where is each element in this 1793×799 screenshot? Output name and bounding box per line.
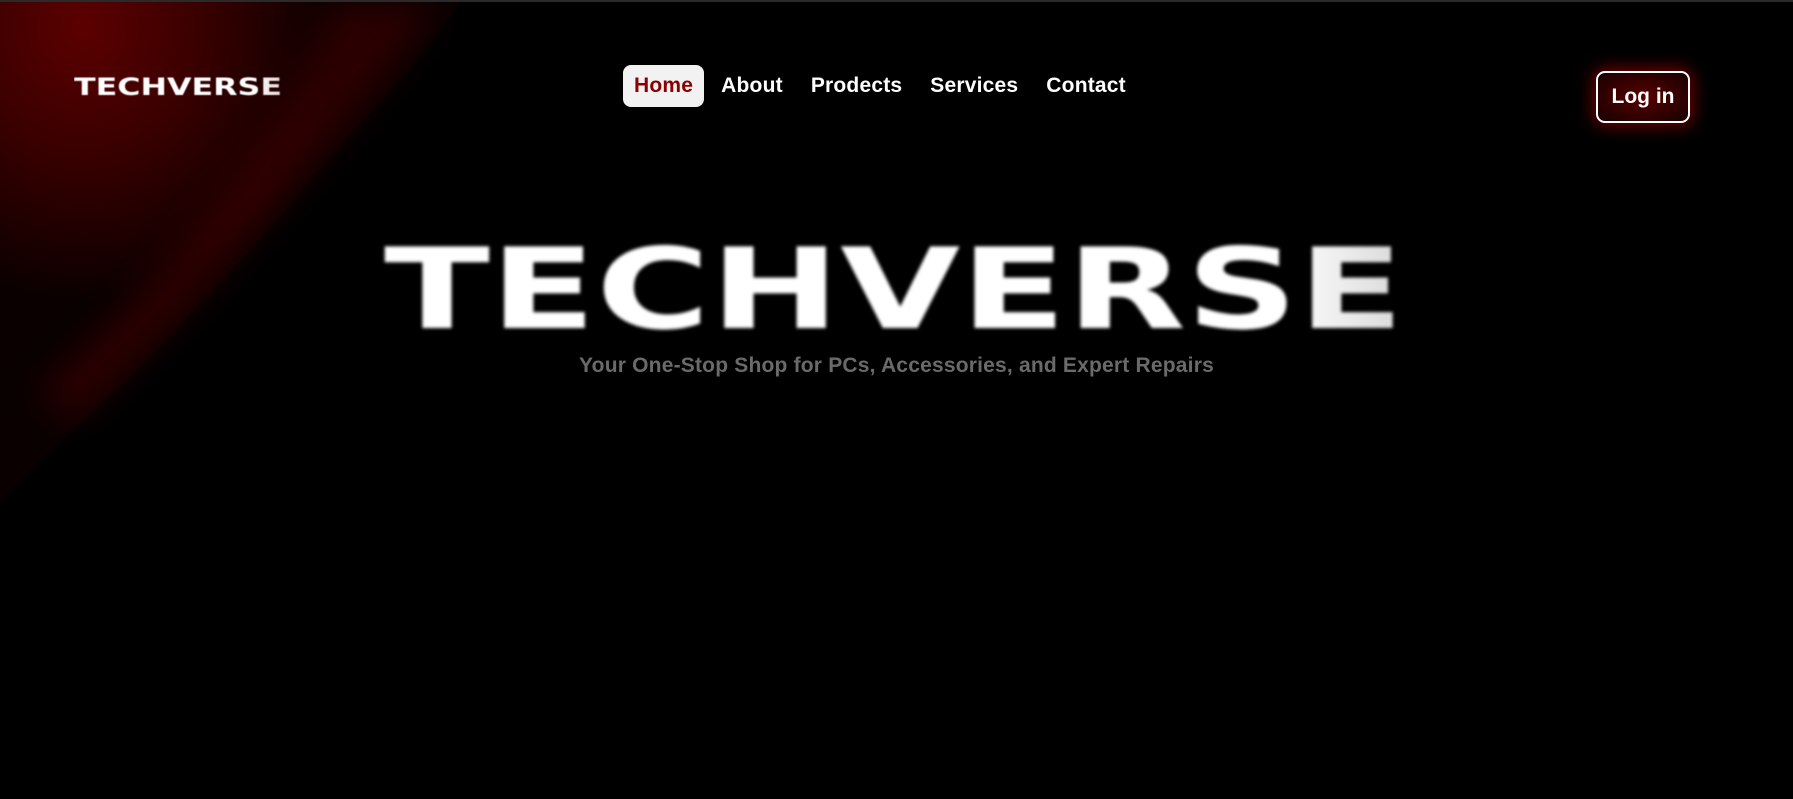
nav-home[interactable]: Home xyxy=(623,65,705,107)
main-nav: Home About Prodects Services Contact xyxy=(623,65,1137,107)
nav-products[interactable]: Prodects xyxy=(800,65,913,107)
hero-logo: TECHVERSE xyxy=(384,230,1404,348)
hero-tagline: Your One-Stop Shop for PCs, Accessories,… xyxy=(579,354,1214,377)
hero-logo-text: TECHVERSE xyxy=(384,230,1404,348)
nav-contact[interactable]: Contact xyxy=(1035,65,1137,107)
nav-services[interactable]: Services xyxy=(919,65,1029,107)
nav-about[interactable]: About xyxy=(710,65,794,107)
login-button[interactable]: Log in xyxy=(1596,71,1690,123)
techverse-logo[interactable]: TECHVERSE xyxy=(74,70,284,102)
logo-text: TECHVERSE xyxy=(74,73,282,101)
page: TECHVERSE Home About Prodects Services C… xyxy=(0,0,1793,799)
top-navigation-bar: TECHVERSE Home About Prodects Services C… xyxy=(0,2,1793,152)
